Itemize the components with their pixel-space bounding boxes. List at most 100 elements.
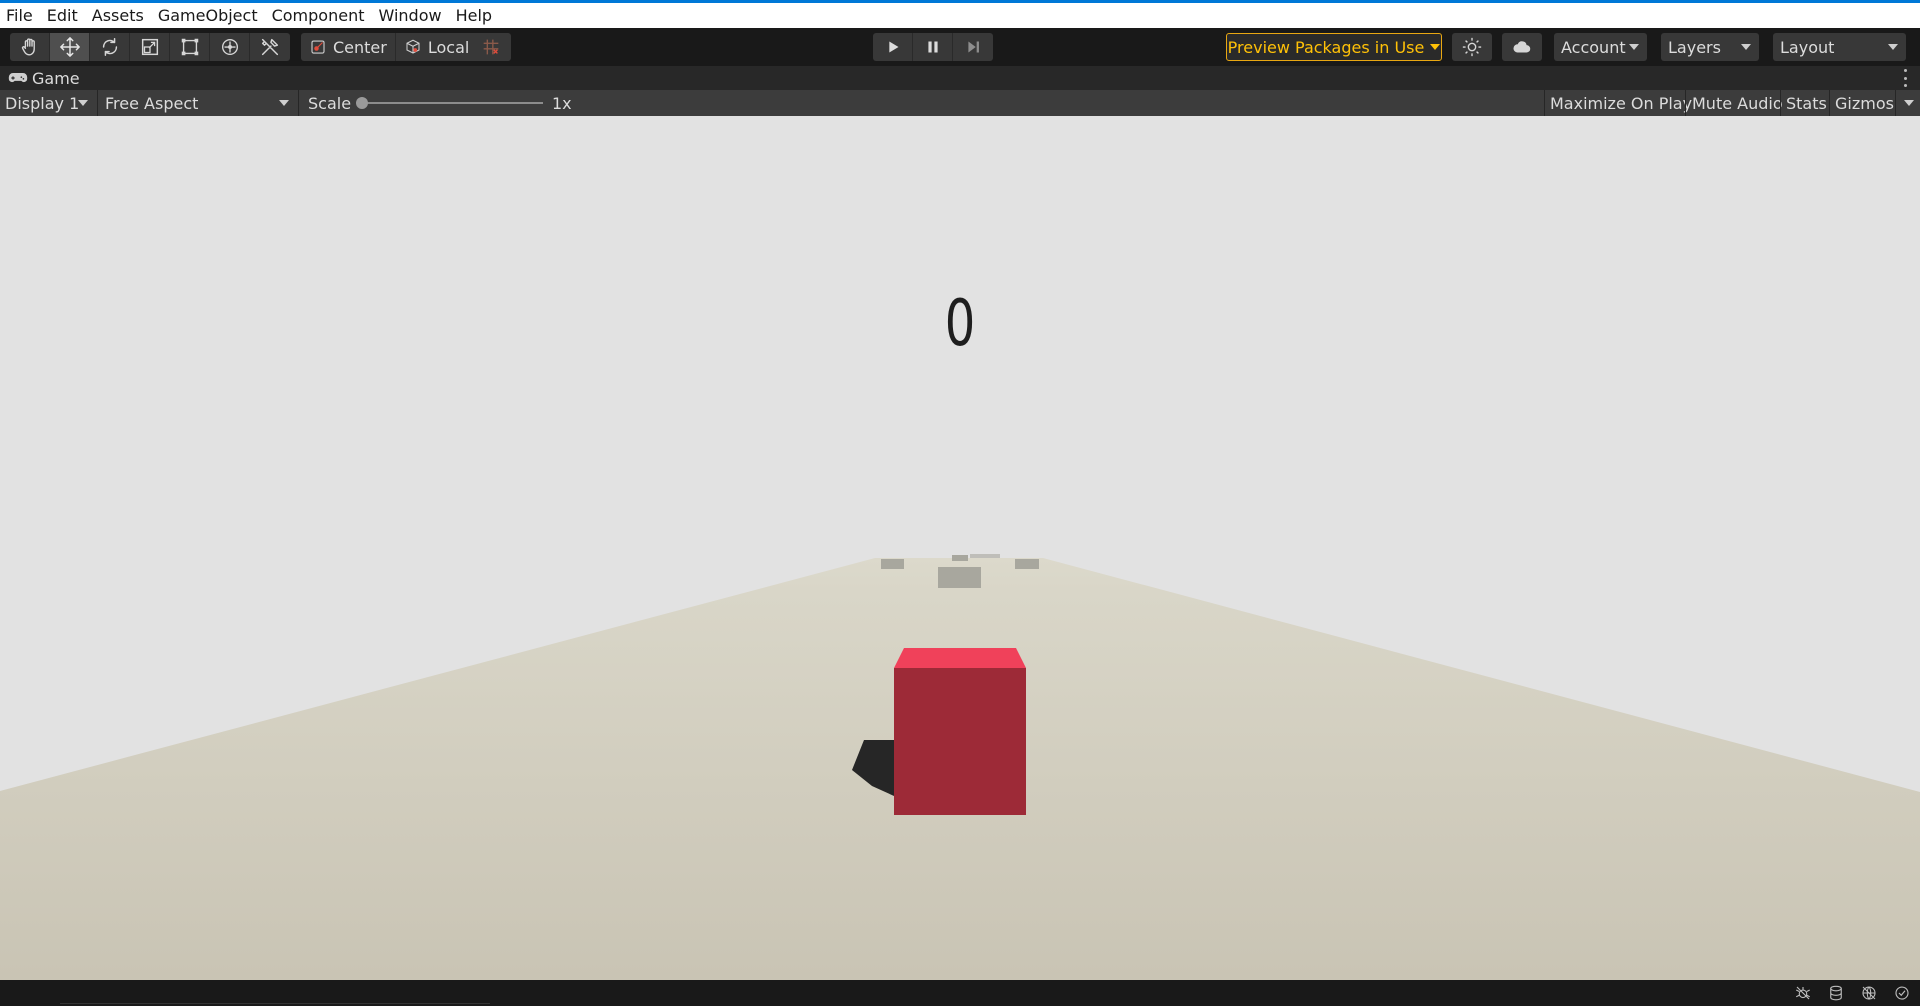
chevron-down-icon: [1741, 44, 1751, 50]
score-text: 0: [944, 287, 976, 361]
database-icon[interactable]: [1827, 984, 1845, 1002]
step-button[interactable]: [953, 33, 993, 61]
debug-icon[interactable]: [1794, 984, 1812, 1002]
local-label: Local: [427, 37, 470, 57]
chevron-down-icon: [279, 100, 289, 106]
pivot-icon: [311, 40, 325, 54]
gizmos-dropdown[interactable]: [1896, 90, 1920, 116]
chevron-down-icon: [1430, 44, 1441, 50]
grid-snap-button[interactable]: [471, 33, 511, 61]
pivot-group: Center Local: [301, 33, 478, 61]
game-tab-label: Game: [32, 68, 80, 88]
menu-file[interactable]: File: [0, 3, 40, 28]
obstacle: [952, 555, 968, 561]
lighting-group: [1452, 33, 1492, 61]
account-label: Account: [1561, 37, 1626, 57]
step-icon: [968, 41, 979, 53]
player-cube-top: [894, 648, 1026, 668]
cloud-group: [1502, 33, 1542, 61]
aspect-label: Free Aspect: [105, 93, 199, 113]
layers-dropdown[interactable]: Layers: [1661, 33, 1759, 61]
pivot-label: Center: [333, 37, 387, 57]
pivot-local-button[interactable]: Local: [396, 33, 477, 61]
tools-icon: [261, 38, 279, 56]
layout-dropdown[interactable]: Layout: [1773, 33, 1906, 61]
menu-gameobject[interactable]: GameObject: [151, 3, 265, 28]
game-viewport[interactable]: 0: [0, 116, 1920, 980]
divider: [298, 90, 299, 116]
menu-edit[interactable]: Edit: [40, 3, 85, 28]
main-toolbar: Center Local Preview Packages in Use Acc…: [0, 28, 1920, 66]
hand-icon: [21, 38, 35, 56]
scale-tool-button[interactable]: [130, 33, 170, 61]
scale-label: Scale: [308, 93, 352, 113]
menu-assets[interactable]: Assets: [85, 3, 151, 28]
local-space-icon: [406, 39, 420, 54]
chevron-down-icon: [78, 100, 88, 106]
obstacle: [938, 567, 981, 588]
rotate-icon: [102, 38, 117, 56]
rect-transform-icon: [181, 38, 198, 56]
custom-tool-button[interactable]: [250, 33, 290, 61]
aspect-dropdown[interactable]: Free Aspect: [98, 90, 297, 116]
move-icon: [59, 37, 80, 57]
more-options-icon[interactable]: [1904, 69, 1908, 87]
cloud-button[interactable]: [1502, 33, 1542, 61]
chevron-down-icon: [1888, 44, 1898, 50]
account-dropdown[interactable]: Account: [1554, 33, 1647, 61]
menu-help[interactable]: Help: [449, 3, 499, 28]
rotate-tool-button[interactable]: [90, 33, 130, 61]
game-tab-bar: Game: [0, 66, 1920, 90]
playmode-group: [873, 33, 993, 61]
divider: [1780, 90, 1781, 116]
layers-label: Layers: [1668, 37, 1721, 57]
maximize-on-play-toggle[interactable]: Maximize On Play: [1550, 90, 1692, 116]
display-label: Display 1: [5, 93, 80, 113]
rect-tool-button[interactable]: [170, 33, 210, 61]
hand-tool-button[interactable]: [10, 33, 50, 61]
status-bar: [0, 980, 1920, 1006]
chevron-down-icon: [1629, 44, 1639, 50]
snap-group: [471, 33, 511, 61]
pause-button[interactable]: [913, 33, 953, 61]
move-tool-button[interactable]: [50, 33, 90, 61]
obstacle: [970, 554, 1000, 558]
player-cube: [894, 668, 1026, 815]
transform-tools-group: [10, 33, 290, 61]
scale-slider-handle[interactable]: [356, 97, 368, 109]
mute-audio-toggle[interactable]: Mute Audio: [1692, 90, 1783, 116]
play-button[interactable]: [873, 33, 913, 61]
scale-value: 1x: [552, 93, 572, 113]
obstacle: [881, 559, 904, 569]
progress-divider: [60, 1003, 490, 1004]
game-tab[interactable]: Game: [8, 66, 80, 90]
display-dropdown[interactable]: Display 1: [0, 90, 96, 116]
scale-icon: [141, 38, 158, 56]
divider: [1685, 90, 1686, 116]
scale-slider[interactable]: [360, 102, 543, 104]
check-circle-icon[interactable]: [1893, 984, 1911, 1002]
obstacle: [1015, 559, 1039, 569]
preview-packages-button[interactable]: Preview Packages in Use: [1226, 33, 1442, 61]
transform-tool-button[interactable]: [210, 33, 250, 61]
chevron-down-icon: [1904, 100, 1914, 106]
network-off-icon[interactable]: [1860, 984, 1878, 1002]
gamepad-icon: [8, 73, 28, 83]
divider: [1544, 90, 1545, 116]
pivot-center-button[interactable]: Center: [301, 33, 396, 61]
menu-window[interactable]: Window: [371, 3, 448, 28]
grid-snap-icon: [483, 39, 499, 55]
gizmos-toggle[interactable]: Gizmos: [1835, 90, 1894, 116]
menu-component[interactable]: Component: [265, 3, 372, 28]
sun-icon: [1462, 37, 1482, 57]
pause-icon: [927, 41, 938, 53]
lighting-button[interactable]: [1452, 33, 1492, 61]
menu-bar: File Edit Assets GameObject Component Wi…: [0, 3, 1920, 28]
divider: [1829, 90, 1830, 116]
preview-packages-label: Preview Packages in Use: [1227, 37, 1425, 57]
game-view-toolbar: Display 1 Free Aspect Scale 1x Maximize …: [0, 90, 1920, 116]
cloud-icon: [1513, 41, 1531, 53]
transform-icon: [221, 38, 238, 56]
play-icon: [888, 41, 898, 53]
stats-toggle[interactable]: Stats: [1786, 90, 1827, 116]
